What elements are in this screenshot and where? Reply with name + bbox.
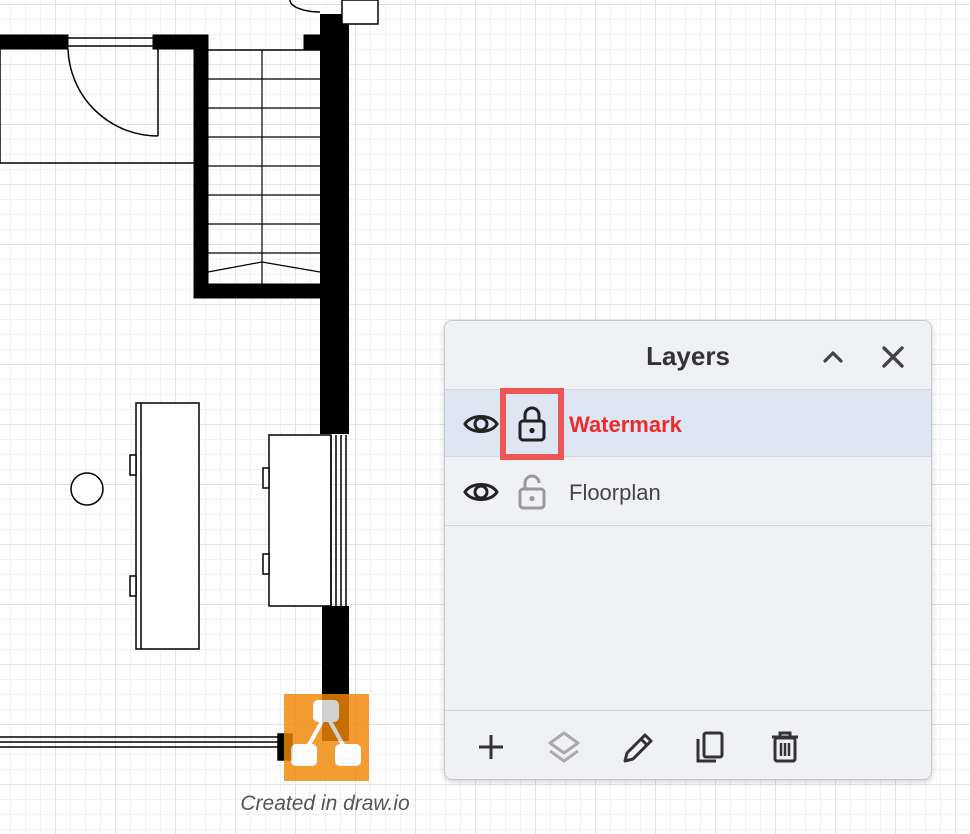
logo-caption: Created in draw.io: [240, 792, 410, 815]
plus-icon: [479, 735, 503, 759]
floorplan-door-top[interactable]: [289, 0, 321, 13]
visibility-toggle[interactable]: [463, 477, 499, 507]
layer-name[interactable]: Watermark: [569, 412, 682, 438]
floorplan-stairs[interactable]: [193, 34, 335, 299]
lock-closed-icon: [518, 406, 546, 442]
layer-row-watermark[interactable]: Watermark: [445, 389, 931, 457]
close-icon: [882, 346, 904, 368]
eye-icon: [463, 483, 499, 501]
trash-icon: [772, 731, 798, 763]
lock-open-icon: [518, 474, 546, 510]
floorplan-circle[interactable]: [70, 472, 104, 506]
layer-row-floorplan[interactable]: Floorplan: [445, 458, 931, 526]
layers-panel: Layers Watermark Floorplan: [444, 320, 932, 780]
chevron-up-icon: [823, 351, 843, 363]
move-selection-button[interactable]: [544, 725, 584, 769]
layer-name[interactable]: Floorplan: [569, 480, 661, 506]
pencil-icon: [623, 733, 653, 763]
add-layer-button[interactable]: [471, 725, 511, 769]
floorplan-room-top-left[interactable]: [0, 34, 349, 164]
floorplan-window-bottom[interactable]: [0, 733, 293, 761]
collapse-button[interactable]: [815, 339, 851, 375]
close-button[interactable]: [875, 339, 911, 375]
lock-toggle[interactable]: [515, 404, 549, 442]
drawio-logo: [284, 694, 369, 781]
floorplan-door[interactable]: [67, 48, 159, 137]
duplicate-layer-button[interactable]: [690, 725, 730, 769]
diagram-logo-icon: [291, 700, 361, 766]
eye-icon: [463, 415, 499, 433]
floorplan-cabinet-right[interactable]: [262, 434, 347, 607]
lock-toggle[interactable]: [515, 472, 549, 510]
floorplan-wall-vertical[interactable]: [320, 0, 379, 741]
layers-icon: [548, 731, 580, 763]
toolbar-divider: [445, 710, 931, 711]
delete-layer-button[interactable]: [765, 725, 805, 769]
visibility-toggle[interactable]: [463, 409, 499, 439]
edit-layer-button[interactable]: [617, 725, 657, 769]
duplicate-icon: [696, 731, 724, 763]
floorplan-cabinet-left[interactable]: [129, 402, 200, 650]
panel-title: Layers: [646, 341, 730, 371]
